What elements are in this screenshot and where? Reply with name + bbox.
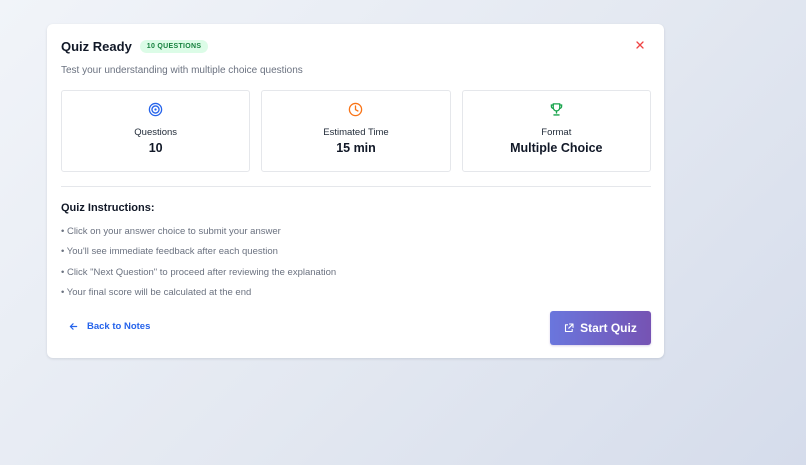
stat-value: Multiple Choice <box>510 141 603 155</box>
close-button[interactable] <box>633 38 647 52</box>
quiz-ready-card: Quiz Ready 10 QUESTIONS Test your unders… <box>47 24 664 358</box>
clock-icon <box>348 101 364 117</box>
start-quiz-label: Start Quiz <box>580 321 637 335</box>
list-item: • Click "Next Question" to proceed after… <box>61 266 337 278</box>
stat-value: 15 min <box>336 141 376 155</box>
divider <box>61 186 651 187</box>
back-to-notes-label: Back to Notes <box>87 321 151 332</box>
subtitle: Test your understanding with multiple ch… <box>61 65 303 76</box>
stat-format: Format Multiple Choice <box>461 90 651 172</box>
back-to-notes-link[interactable]: Back to Notes <box>69 321 150 332</box>
stat-questions: Questions 10 <box>61 90 251 172</box>
list-item: • You'll see immediate feedback after ea… <box>61 246 278 258</box>
stat-label: Questions <box>134 127 178 138</box>
instructions-title: Quiz Instructions: <box>61 202 155 214</box>
instructions-list: • Click on your answer choice to submit … <box>61 226 336 307</box>
stat-value: 10 <box>148 141 163 155</box>
stats-row: Questions 10 Estimated Time 15 min Forma… <box>61 90 651 172</box>
stat-label: Format <box>541 127 572 138</box>
page-title: Quiz Ready <box>61 39 132 54</box>
stat-estimated-time: Estimated Time 15 min <box>261 90 451 172</box>
list-item: • Your final score will be calculated at… <box>61 286 252 298</box>
close-icon <box>636 41 644 49</box>
external-link-icon <box>564 323 574 333</box>
target-icon <box>148 101 164 117</box>
stat-label: Estimated Time <box>323 127 389 138</box>
arrow-left-icon <box>69 322 79 332</box>
start-quiz-button[interactable]: Start Quiz <box>550 311 651 345</box>
trophy-icon <box>548 101 564 117</box>
question-count-badge: 10 QUESTIONS <box>139 40 209 53</box>
title-row: Quiz Ready 10 QUESTIONS <box>61 39 209 54</box>
list-item: • Click on your answer choice to submit … <box>61 226 281 237</box>
